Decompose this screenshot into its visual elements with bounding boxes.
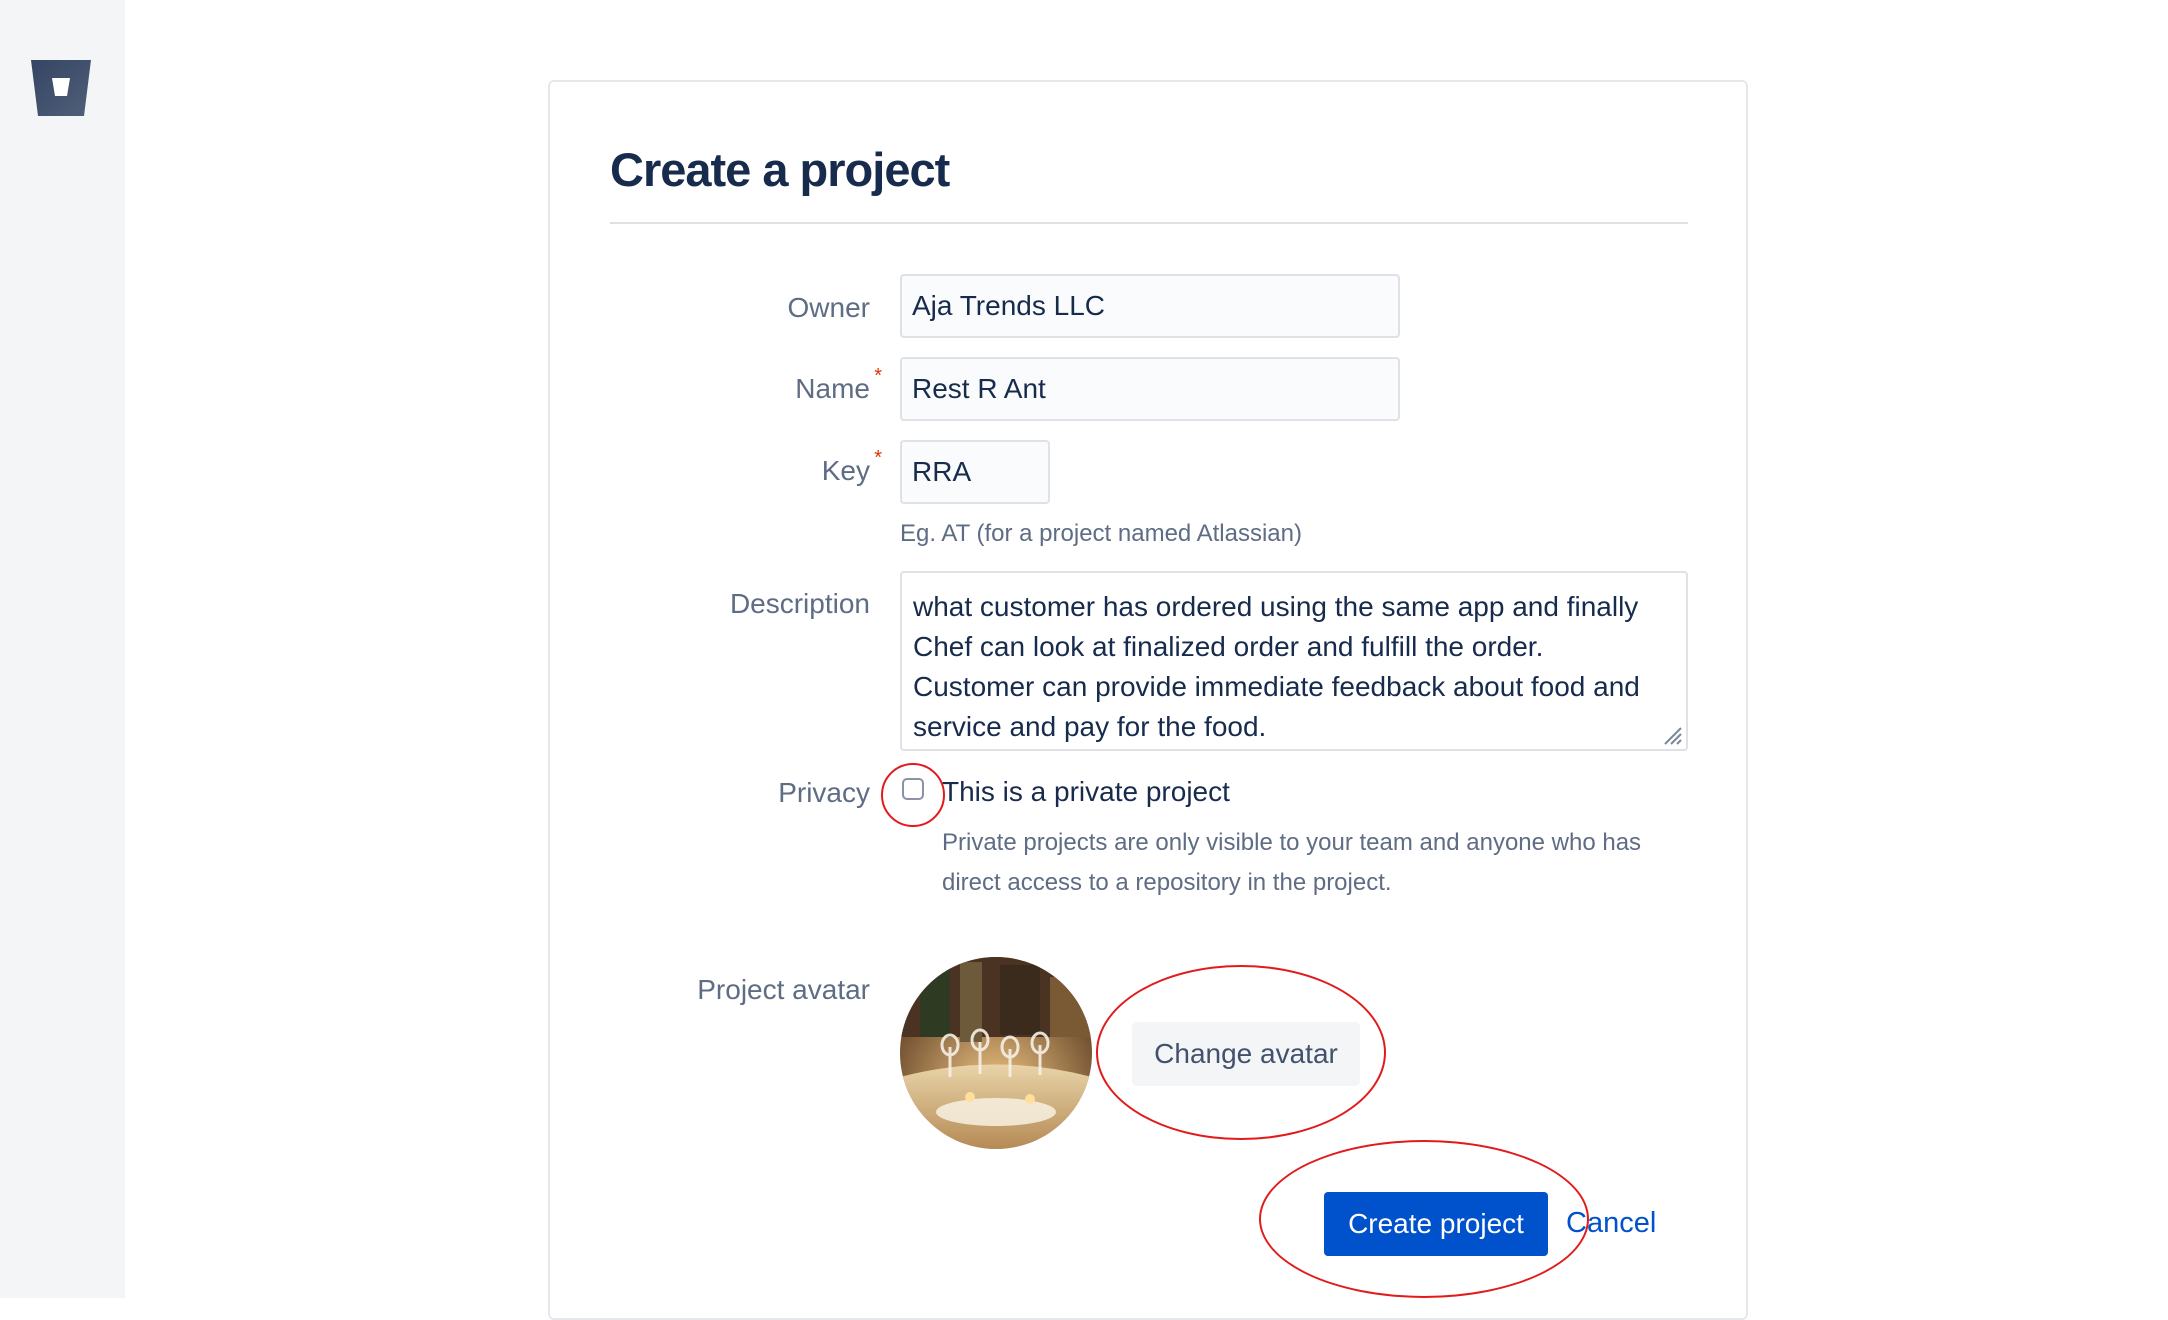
description-line: Chef can look at finalized order and ful… <box>913 631 1544 662</box>
privacy-label: Privacy <box>778 777 870 808</box>
create-project-button[interactable]: Create project <box>1324 1192 1548 1256</box>
page-title: Create a project <box>610 143 950 196</box>
required-mark: * <box>874 447 882 469</box>
key-label: Key * <box>821 447 882 486</box>
left-sidebar <box>0 0 125 1298</box>
bitbucket-logo-icon[interactable] <box>29 58 93 118</box>
description-label: Description <box>729 588 870 619</box>
owner-value: Aja Trends LLC <box>912 290 1105 321</box>
key-value: RRA <box>912 456 972 487</box>
description-textarea[interactable]: what customer has ordered using the same… <box>900 571 1688 751</box>
resize-handle-icon[interactable] <box>1660 723 1682 745</box>
required-mark: * <box>874 365 882 387</box>
description-line: Customer can provide immediate feedback … <box>913 671 1640 702</box>
cancel-link[interactable]: Cancel <box>1566 1207 1656 1240</box>
project-avatar-label: Project avatar <box>697 974 870 1005</box>
description-line: what customer has ordered using the same… <box>913 591 1639 622</box>
key-input[interactable]: RRA <box>900 440 1050 504</box>
project-avatar-image <box>900 957 1092 1149</box>
name-label: Name * <box>795 365 882 404</box>
description-line: service and pay for the food. <box>913 711 1267 742</box>
name-value: Rest R Ant <box>912 373 1046 404</box>
owner-select[interactable]: Aja Trends LLC <box>900 274 1400 338</box>
private-project-checkbox[interactable] <box>902 778 924 800</box>
privacy-help-line: Private projects are only visible to you… <box>942 829 1642 856</box>
title-divider <box>610 222 1688 224</box>
key-help-text: Eg. AT (for a project named Atlassian) <box>900 520 1302 547</box>
owner-label: Owner <box>787 292 870 323</box>
privacy-help-line: direct access to a repository in the pro… <box>942 869 1392 896</box>
name-input[interactable]: Rest R Ant <box>900 357 1400 421</box>
private-project-checkbox-label[interactable]: This is a private project <box>942 776 1230 808</box>
change-avatar-button[interactable]: Change avatar <box>1132 1022 1360 1086</box>
